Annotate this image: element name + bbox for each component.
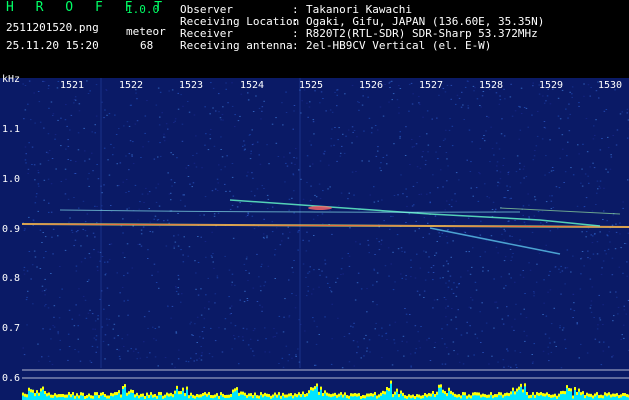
x-tick-label: 1521 — [60, 80, 85, 91]
y-tick-label: 0.9 — [2, 224, 21, 235]
x-tick-label: 1528 — [479, 80, 504, 91]
y-tick-label: 0.8 — [2, 273, 21, 284]
x-tick-label: 1527 — [419, 80, 444, 91]
spectrogram-plot — [0, 78, 629, 400]
antenna-value: 2el-HB9CV Vertical (el. E-W) — [306, 39, 492, 52]
x-tick-label: 1524 — [240, 80, 265, 91]
x-tick-label: 1525 — [299, 80, 324, 91]
meteor-head — [308, 206, 332, 210]
x-tick-label: 1530 — [598, 80, 623, 91]
file-name: 2511201520.png — [6, 21, 99, 34]
antenna-label: Receiving antenna — [180, 39, 293, 52]
meteor-count: 68 — [140, 39, 154, 52]
capture-datetime: 25.11.20 15:20 — [6, 39, 99, 52]
meteor-label: meteor — [126, 25, 166, 38]
x-tick-label: 1529 — [539, 80, 564, 91]
spectrogram-window: H R O F F T 1.0.0 2511201520.png 25.11.2… — [0, 0, 629, 400]
y-tick-label: 1.1 — [2, 124, 21, 135]
y-tick-label: 0.7 — [2, 323, 21, 334]
y-tick-label: 1.0 — [2, 174, 21, 185]
spectrogram-background — [0, 78, 629, 400]
app-version: 1.0.0 — [126, 3, 160, 16]
antenna-separator: : — [292, 39, 299, 52]
x-tick-label: 1526 — [359, 80, 384, 91]
y-axis-unit: kHz — [2, 74, 21, 85]
x-tick-label: 1523 — [179, 80, 204, 91]
x-tick-label: 1522 — [119, 80, 144, 91]
y-tick-label: 0.6 — [2, 373, 21, 384]
